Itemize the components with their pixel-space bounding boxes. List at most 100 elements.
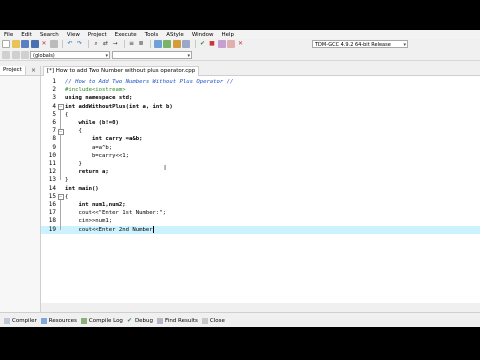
fold-collapse-icon[interactable]: − (57, 194, 64, 201)
code-line[interactable]: 2 #include<iostream> (41, 86, 480, 94)
menu-search[interactable]: Search (36, 32, 63, 38)
code-text: int num1,num2; (65, 202, 126, 208)
line-number: 16 (48, 201, 56, 208)
code-line[interactable]: 19 cout<<Enter 2nd Number (41, 225, 480, 234)
tab-find-results-label: Find Results (165, 317, 198, 324)
code-line[interactable]: 15 { (41, 193, 480, 201)
print-icon[interactable] (49, 40, 58, 48)
menu-tools[interactable]: Tools (141, 32, 163, 38)
save-icon[interactable] (21, 40, 29, 48)
code-line[interactable]: 17 cout<<"Enter 1st Number:"; (41, 209, 480, 217)
toolbar: ✕ ↶ ↷ ⌕ ⇄ → ≡ ≣ ✔ ■ ✕ TDM-GCC 4.9.2 64-b (0, 39, 480, 61)
code-line[interactable]: 14 int main() (41, 185, 480, 193)
undo-icon[interactable]: ↶ (66, 40, 74, 48)
code-line[interactable]: 12 return a; (41, 168, 480, 176)
tab-close-label: Close (209, 317, 225, 324)
code-text: { (65, 193, 69, 200)
code-line[interactable]: 9 a=a^b; (41, 144, 480, 152)
open-folder-icon[interactable] (11, 40, 20, 48)
fold-guide (59, 134, 61, 164)
tab-compiler-label: Compiler (12, 317, 37, 324)
code-text: #include<iostream> (65, 87, 126, 94)
new-class-icon[interactable] (2, 51, 10, 59)
menu-project[interactable]: Project (84, 32, 111, 38)
globals-select[interactable]: (globals) ▾ (30, 51, 110, 59)
line-number: 18 (48, 217, 56, 225)
tab-resources[interactable]: Resources (40, 317, 77, 324)
tab-close[interactable]: Close (201, 317, 225, 324)
close-panel-icon (201, 317, 208, 324)
close-icon[interactable]: × (31, 67, 36, 74)
tab-compile-log[interactable]: Compile Log (80, 317, 123, 324)
debug-icon[interactable]: ✔ (199, 40, 207, 48)
line-number: 7 (52, 127, 56, 135)
code-line[interactable]: 1 // How to Add Two Numbers Without Plus … (41, 78, 480, 86)
code-line[interactable]: 11 } (41, 160, 480, 168)
replace-icon[interactable]: ⇄ (102, 40, 110, 48)
code-line[interactable]: 8 int carry =a&b; (41, 135, 480, 143)
compile-run-icon[interactable] (172, 40, 181, 48)
code-text: using namespace std; (65, 95, 133, 102)
tab-find-results[interactable]: Find Results (157, 317, 198, 324)
menu-edit[interactable]: Edit (17, 32, 36, 38)
tab-compiler[interactable]: Compiler (4, 317, 37, 324)
text-caret (152, 225, 154, 233)
line-number: 5 (52, 110, 56, 118)
tab-project[interactable]: Project (0, 66, 26, 75)
menu-file[interactable]: File (0, 32, 17, 38)
tab-debug[interactable]: ✔ Debug (127, 317, 153, 324)
fold-collapse-icon[interactable]: − (57, 128, 64, 135)
menu-view[interactable]: View (63, 32, 84, 38)
code-line[interactable]: 4 int addWithoutPlus(int a, int b) (41, 103, 480, 111)
save-all-icon[interactable] (30, 40, 39, 48)
compile-icon[interactable] (153, 40, 162, 48)
line-number: 3 (52, 94, 56, 102)
redo-icon[interactable]: ↷ (76, 40, 84, 48)
stop-icon[interactable]: ■ (208, 40, 216, 48)
code-line[interactable]: 16 int num1,num2; (41, 201, 480, 209)
run-icon[interactable] (163, 40, 171, 48)
close-file-icon[interactable]: ✕ (40, 40, 48, 48)
profile-icon[interactable] (227, 40, 235, 48)
code-text: int main() (65, 185, 99, 192)
code-editor[interactable]: 1 // How to Add Two Numbers Without Plus … (41, 76, 480, 303)
line-number: 9 (52, 143, 56, 151)
code-text: int addWithoutPlus(int a, int b) (65, 103, 173, 110)
members-select[interactable]: ▾ (112, 51, 192, 59)
new-file-icon[interactable] (2, 40, 10, 48)
toolbar-separator (123, 40, 125, 48)
line-number: 19 (48, 225, 56, 233)
menu-window[interactable]: Window (188, 32, 218, 38)
rebuild-icon[interactable] (182, 40, 190, 48)
fold-collapse-icon[interactable]: − (57, 104, 64, 111)
indent-icon[interactable]: ≡ (128, 40, 136, 48)
new-project-icon[interactable] (11, 51, 20, 59)
goto-icon[interactable]: → (111, 40, 119, 48)
chevron-down-icon: ▾ (187, 53, 190, 59)
project-options-icon[interactable] (21, 51, 29, 59)
code-line[interactable]: 10 b=carry<<1; (41, 152, 480, 160)
code-line[interactable]: 3 using namespace std; (41, 94, 480, 102)
menu-execute[interactable]: Execute (111, 32, 141, 38)
menu-help[interactable]: Help (218, 32, 239, 38)
tab-resources-label: Resources (48, 317, 77, 324)
unindent-icon[interactable]: ≣ (137, 40, 145, 48)
code-text: cout<<"Enter 1st Number:"; (65, 210, 167, 217)
code-line[interactable]: 5{ (41, 111, 480, 119)
delete-profile-icon[interactable]: ✕ (237, 40, 245, 48)
code-line[interactable]: 18 cin>>num1; (41, 217, 480, 225)
code-line[interactable]: 13} (41, 176, 480, 184)
line-number: 6 (52, 119, 56, 126)
code-text: b=carry<<1; (65, 152, 129, 159)
code-line[interactable]: 6 while (b!=0) (41, 119, 480, 127)
find-icon[interactable]: ⌕ (92, 40, 100, 48)
code-text: while (b!=0) (65, 120, 119, 126)
editor-tab-current-file[interactable]: [*] How to add Two Number without plus o… (43, 66, 200, 76)
chart-icon[interactable] (217, 40, 226, 48)
menu-astyle[interactable]: AStyle (162, 32, 188, 38)
line-number: 14 (48, 184, 56, 192)
code-line[interactable]: 7 { (41, 127, 480, 135)
compiler-select[interactable]: TDM-GCC 4.9.2 64-bit Release ▾ (312, 40, 408, 48)
line-number: 1 (52, 78, 56, 85)
code-text: cout<<Enter 2nd Number (65, 225, 154, 233)
